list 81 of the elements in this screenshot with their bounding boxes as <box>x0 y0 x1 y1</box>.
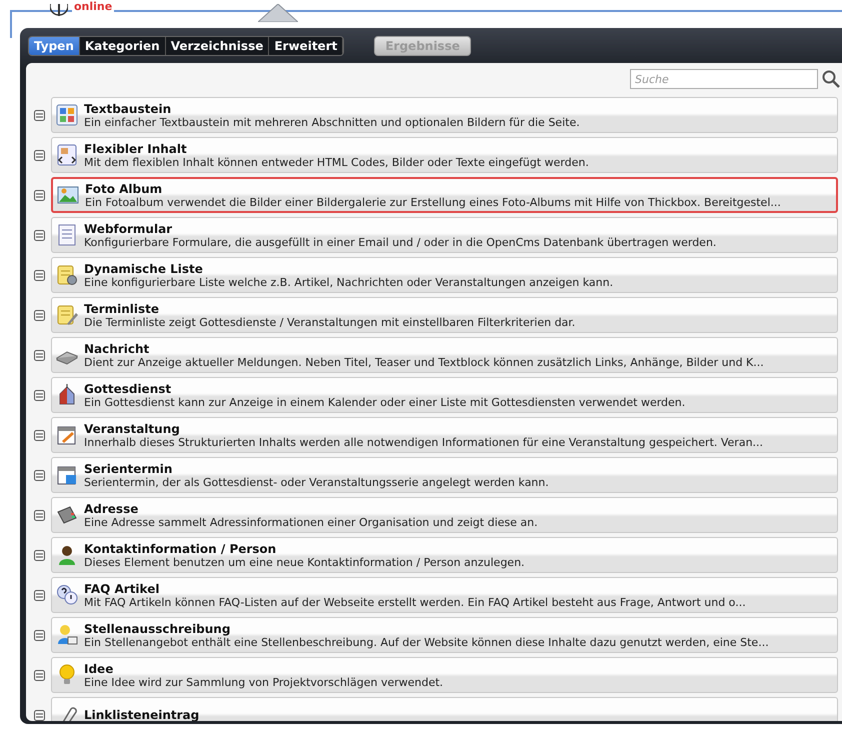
tab[interactable]: Kategorien <box>80 37 166 55</box>
content-type-item[interactable]: Flexibler Inhalt Mit dem flexiblen Inhalt können entweder HTML Codes, Bilder oder Texte eingefügt werden. <box>51 137 838 173</box>
drag-handle-icon[interactable] <box>34 590 45 600</box>
worker-icon <box>56 624 78 646</box>
drag-handle-icon[interactable] <box>34 190 45 200</box>
item-title: Nachricht <box>84 342 150 356</box>
content-type-item[interactable]: Terminliste Die Terminliste zeigt Gottesdienste / Veranstaltungen mit einstellbaren Filterkriterien dar. <box>51 297 838 333</box>
person-icon <box>56 544 78 566</box>
content-type-item[interactable]: Idee Eine Idee wird zur Sammlung von Projektvorschlägen verwendet. <box>51 657 838 693</box>
tab[interactable]: Typen <box>29 37 80 55</box>
item-title: Stellenausschreibung <box>84 622 230 636</box>
item-description: Innerhalb dieses Strukturierten Inhalts werden alle notwendigen Informationen für eine Veranstaltung gespeichert. Veran... <box>84 436 764 448</box>
content-type-item[interactable]: Veranstaltung Innerhalb dieses Strukturierten Inhalts werden alle notwendigen Informationen für eine Veranstaltung gespeichert. Veran... <box>51 417 838 453</box>
item-title: Terminliste <box>84 302 160 316</box>
content-type-item[interactable]: Dynamische Liste Eine konfigurierbare Liste welche z.B. Artikel, Nachrichten oder Veranstaltungen anzeigen kann. <box>51 257 838 293</box>
pointer-notch <box>258 4 298 22</box>
content-type-item[interactable]: FAQ Artikel Mit FAQ Artikeln können FAQ-Listen auf der Webseite erstellt werden. Ein FAQ Artikel besteht aus Frage, Antwort und o... <box>51 577 838 613</box>
tab[interactable]: Erweitert <box>269 37 344 55</box>
item-title: Dynamische Liste <box>84 262 203 276</box>
question-bubbles-icon <box>56 584 78 606</box>
item-title: Flexibler Inhalt <box>84 142 187 156</box>
item-description: Ein Stellenangebot enthält eine Stellenbeschreibung. Auf der Website können diese Inhalte dazu genutzt werden, eine Ste... <box>84 636 769 648</box>
drag-handle-icon[interactable] <box>34 110 45 120</box>
item-description: Ein Gottesdienst kann zur Anzeige in einem Kalender oder einer Liste mit Gottesdiensten verwendet werden. <box>84 396 686 408</box>
drag-handle-icon[interactable] <box>34 270 45 280</box>
item-description: Eine Idee wird zur Sammlung von Projektvorschlägen verwendet. <box>84 676 444 688</box>
drag-handle-icon[interactable] <box>34 230 45 240</box>
item-title: FAQ Artikel <box>84 582 160 596</box>
item-title: Foto Album <box>85 182 162 196</box>
item-description: Konfigurierbare Formulare, die ausgefüllt in einer Email und / oder in die OpenCms Datenbank übertragen werden. <box>84 236 716 248</box>
text-block-icon <box>56 104 78 126</box>
code-document-icon <box>56 144 78 166</box>
search-field[interactable]: Suche <box>630 69 818 89</box>
drag-handle-icon[interactable] <box>34 310 45 320</box>
logo-text: online <box>72 0 114 14</box>
content-type-item[interactable]: Stellenausschreibung Ein Stellenangebot enthält eine Stellenbeschreibung. Auf der Website können diese Inhalte dazu genutzt werden, eine Ste... <box>51 617 838 653</box>
notepad-pencil-icon <box>56 304 78 326</box>
item-description: Dieses Element benutzen um eine neue Kontaktinformation / Person anzulegen. <box>84 556 525 568</box>
item-title: Adresse <box>84 502 138 516</box>
item-description: Dient zur Anzeige aktueller Meldungen. Neben Titel, Teaser und Textblock können zusätzlich Links, Anhänge, Bilder und K... <box>84 356 764 368</box>
item-description: Eine Adresse sammelt Adressinformationen einer Organisation und zeigt diese an. <box>84 516 538 528</box>
drag-handle-icon[interactable] <box>34 630 45 640</box>
drag-handle-icon[interactable] <box>34 550 45 560</box>
content-type-item[interactable]: Nachricht Dient zur Anzeige aktueller Meldungen. Neben Titel, Teaser und Textblock können zusätzlich Links, Anhänge, Bilder und K... <box>51 337 838 373</box>
notepad-gear-icon <box>56 264 78 286</box>
drag-handle-icon[interactable] <box>34 150 45 160</box>
item-title: Kontaktinformation / Person <box>84 542 276 556</box>
item-description: Ein Fotoalbum verwendet die Bilder einer Bildergalerie zur Erstellung eines Foto-Albums mit Hilfe von Thickbox. Bereitgestel... <box>85 196 781 208</box>
drag-handle-icon[interactable] <box>34 470 45 480</box>
item-title: Textbaustein <box>84 102 172 116</box>
content-type-item[interactable]: Serientermin Serientermin, der als Gottesdienst- oder Veranstaltungsserie angelegt werden kann. <box>51 457 838 493</box>
item-description: Ein einfacher Textbaustein mit mehreren Abschnitten und optionalen Bildern für die Seite. <box>84 116 580 128</box>
drag-handle-icon[interactable] <box>34 670 45 680</box>
item-description: Eine konfigurierbare Liste welche z.B. Artikel, Nachrichten oder Veranstaltungen anzeigen kann. <box>84 276 614 288</box>
drag-handle-icon[interactable] <box>34 350 45 360</box>
search-icon[interactable] <box>822 70 840 88</box>
item-description: Die Terminliste zeigt Gottesdienste / Veranstaltungen mit einstellbaren Filterkriterien dar. <box>84 316 576 328</box>
item-title: Gottesdienst <box>84 382 172 396</box>
item-title: Veranstaltung <box>84 422 180 436</box>
calendar-pencil-icon <box>56 424 78 446</box>
drag-handle-icon[interactable] <box>34 510 45 520</box>
content-type-item[interactable]: Kontaktinformation / Person Dieses Element benutzen um eine neue Kontaktinformation / Person anzulegen. <box>51 537 838 573</box>
drag-handle-icon[interactable] <box>34 710 45 720</box>
tab[interactable]: Verzeichnisse <box>166 37 270 55</box>
content-type-item[interactable]: Foto Album Ein Fotoalbum verwendet die Bilder einer Bildergalerie zur Erstellung eines Foto-Albums mit Hilfe von Thickbox. Bereitgestel... <box>51 177 838 213</box>
item-description: Mit FAQ Artikeln können FAQ-Listen auf der Webseite erstellt werden. Ein FAQ Artikel besteht aus Frage, Antwort und o... <box>84 596 746 608</box>
item-title: Idee <box>84 662 114 676</box>
item-description: Mit dem flexiblen Inhalt können entweder HTML Codes, Bilder oder Texte eingefügt werden. <box>84 156 589 168</box>
drag-handle-icon[interactable] <box>34 430 45 440</box>
content-type-item[interactable]: Adresse Eine Adresse sammelt Adressinformationen einer Organisation und zeigt diese an. <box>51 497 838 533</box>
item-title: Serientermin <box>84 462 172 476</box>
form-icon <box>56 224 78 246</box>
picture-icon <box>57 184 79 206</box>
item-title: Webformular <box>84 222 172 236</box>
content-type-item[interactable]: Textbaustein Ein einfacher Textbaustein mit mehreren Abschnitten und optionalen Bildern für die Seite. <box>51 97 838 133</box>
logo-icon <box>50 4 68 18</box>
drag-handle-icon[interactable] <box>34 390 45 400</box>
item-description: Serientermin, der als Gottesdienst- oder Veranstaltungsserie angelegt werden kann. <box>84 476 549 488</box>
content-type-item[interactable]: Gottesdienst Ein Gottesdienst kann zur Anzeige in einem Kalender oder einer Liste mit Gottesdiensten verwendet werden. <box>51 377 838 413</box>
calendar-icon <box>56 464 78 486</box>
content-type-item[interactable]: Webformular Konfigurierbare Formulare, die ausgefüllt in einer Email und / oder in die OpenCms Datenbank übertragen werden. <box>51 217 838 253</box>
